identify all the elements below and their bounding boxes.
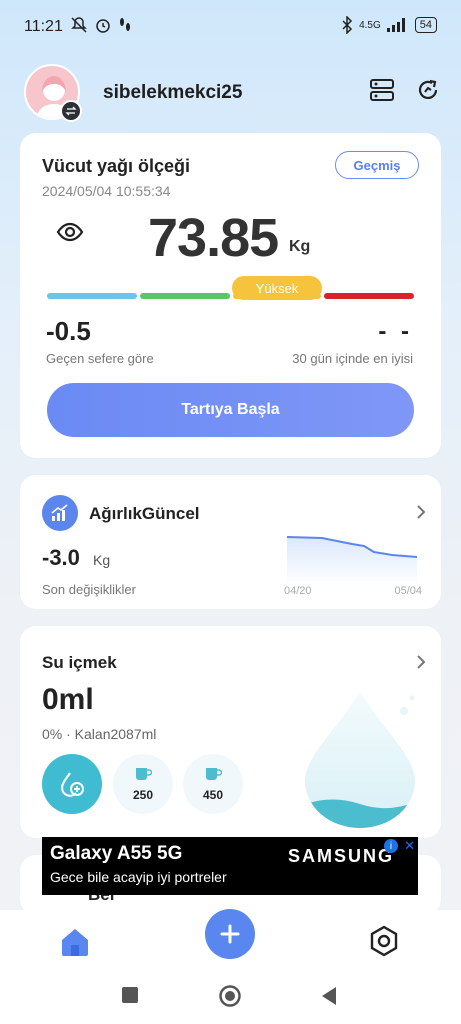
eye-icon[interactable] xyxy=(56,222,84,242)
weight-value: 73.85 xyxy=(148,208,279,268)
username: sibelekmekci25 xyxy=(103,82,243,103)
home-system-icon[interactable] xyxy=(218,984,242,1008)
ad-subtitle: Gece bile acayip iyi portreler xyxy=(50,869,227,885)
bell-off-icon xyxy=(71,17,87,33)
water-amount: 0ml xyxy=(42,683,94,716)
device-list-icon[interactable] xyxy=(368,76,396,104)
steps-icon xyxy=(120,18,130,31)
level-bar-very-high xyxy=(324,293,414,299)
ad-brand: SAMSUNG xyxy=(287,846,394,866)
bluetooth-icon xyxy=(342,16,353,34)
cup-450-label: 450 xyxy=(202,788,224,802)
alarm-icon xyxy=(96,19,110,33)
change-value: -0.5 xyxy=(46,316,91,346)
signal-icon xyxy=(386,18,405,32)
ad-info-icon[interactable]: i xyxy=(384,839,398,853)
best-label: 30 gün içinde en iyisi xyxy=(292,351,413,366)
measurement-timestamp: 2024/05/04 10:55:34 xyxy=(42,183,171,199)
card-title: Vücut yağı ölçeği xyxy=(42,156,191,176)
chevron-right-icon[interactable] xyxy=(416,655,426,669)
system-navigation xyxy=(0,972,461,1024)
ad-banner[interactable]: Galaxy A55 5G Gece bile acayip iyi portr… xyxy=(42,837,418,895)
refresh-icon[interactable] xyxy=(414,76,442,104)
weight-change-unit: Kg xyxy=(93,552,111,568)
status-left-icons xyxy=(70,16,132,34)
weight-trend-chart: 04/20 05/04 xyxy=(282,527,422,599)
weight-card[interactable]: AğırlıkGüncel -3.0 Kg Son değişiklikler … xyxy=(20,475,441,609)
network-type: 4.5G xyxy=(359,19,381,31)
level-bar-normal xyxy=(140,293,230,299)
settings-icon[interactable] xyxy=(367,924,401,958)
start-weighing-button[interactable]: Tartıya Başla xyxy=(47,383,414,437)
weight-unit: Kg xyxy=(289,238,311,255)
chevron-right-icon[interactable] xyxy=(416,505,426,519)
ad-title: Galaxy A55 5G xyxy=(50,843,183,864)
status-right-icons: 4.5G 54 xyxy=(341,16,437,34)
change-label: Geçen sefere göre xyxy=(46,351,154,366)
weight-change-label: Son değişiklikler xyxy=(42,582,136,597)
level-badge: Yüksek xyxy=(232,276,322,300)
water-level-drop-icon xyxy=(305,691,415,828)
app-header: sibelekmekci25 xyxy=(0,62,461,124)
plus-icon xyxy=(220,924,240,944)
history-button[interactable]: Geçmiş xyxy=(335,151,419,179)
back-icon[interactable] xyxy=(320,986,338,1006)
status-bar: 11:21 4.5G 54 xyxy=(0,0,461,56)
battery-indicator: 54 xyxy=(414,17,437,33)
water-card[interactable]: Su içmek 0ml 0% · Kalan2087ml 250 450 xyxy=(20,626,441,838)
cup-450-button[interactable]: 450 xyxy=(183,754,243,814)
chart-start-label: 04/20 xyxy=(284,585,312,597)
cup-icon xyxy=(206,768,222,780)
ad-close-icon[interactable]: ✕ xyxy=(404,838,415,854)
status-time: 11:21 xyxy=(24,18,63,35)
cup-250-label: 250 xyxy=(132,788,154,802)
best-value: - - xyxy=(378,318,413,345)
cup-250-button[interactable]: 250 xyxy=(113,754,173,814)
chart-end-label: 05/04 xyxy=(394,585,422,597)
cup-icon xyxy=(136,768,152,780)
water-progress-text: 0% · Kalan2087ml xyxy=(42,726,157,742)
water-card-title: Su içmek xyxy=(42,653,117,672)
home-icon[interactable] xyxy=(58,925,92,959)
add-button[interactable] xyxy=(205,909,255,959)
bottom-navigation xyxy=(0,909,461,972)
swap-user-icon[interactable] xyxy=(60,100,82,122)
weight-change-value: -3.0 xyxy=(42,545,80,570)
recent-apps-icon[interactable] xyxy=(121,986,139,1004)
add-water-button[interactable] xyxy=(42,754,102,814)
level-bar-low xyxy=(47,293,137,299)
water-drop-add-icon xyxy=(60,772,84,797)
body-fat-card: Vücut yağı ölçeği 2024/05/04 10:55:34 Ge… xyxy=(20,133,441,458)
trend-up-icon xyxy=(42,495,78,531)
weight-card-title: AğırlıkGüncel xyxy=(89,504,200,523)
